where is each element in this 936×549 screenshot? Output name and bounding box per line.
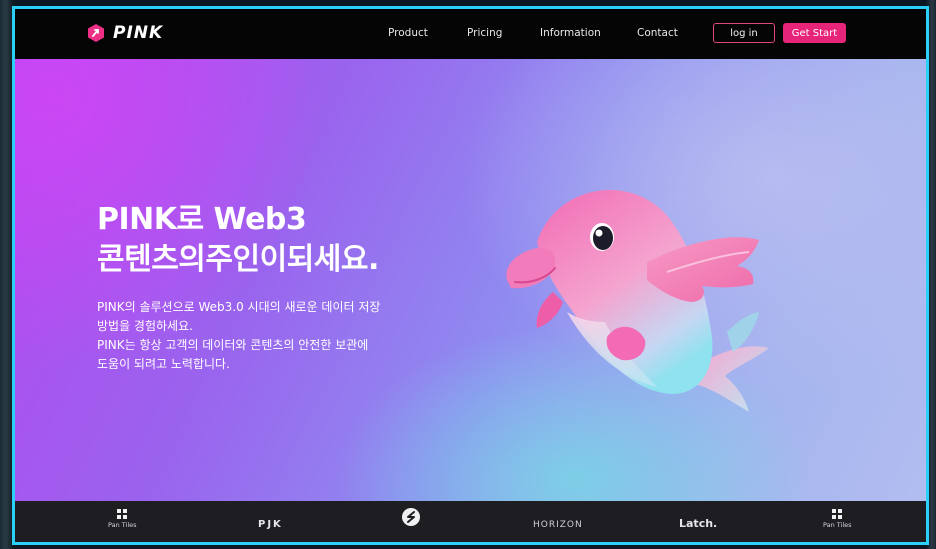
get-start-button[interactable]: Get Start xyxy=(783,23,846,43)
logo-icon xyxy=(87,24,105,42)
brand-logo[interactable]: PINK xyxy=(87,23,163,43)
page-frame: PINK Product Pricing Information Contact… xyxy=(12,6,929,545)
nav-link-product[interactable]: Product xyxy=(388,27,428,39)
nav-link-information[interactable]: Information xyxy=(540,27,601,39)
partner-logo-latch: Latch. xyxy=(679,517,718,530)
hero-description: PINK의 솔루션으로 Web3.0 시대의 새로운 데이터 저장 방법을 경험… xyxy=(97,298,427,374)
hero-title: PINK로 Web3 콘텐츠의주인이되세요. xyxy=(97,200,379,280)
hero-section: PINK로 Web3 콘텐츠의주인이되세요. PINK의 솔루션으로 Web3.… xyxy=(15,59,926,501)
hero-desc-line-3: PINK는 항상 고객의 데이터와 콘텐츠의 안전한 보관에 xyxy=(97,338,369,352)
hero-desc-line-1: PINK의 솔루션으로 Web3.0 시대의 새로운 데이터 저장 xyxy=(97,300,381,314)
hero-desc-line-4: 도움이 되려고 노력합니다. xyxy=(97,357,230,371)
brand-name: PINK xyxy=(113,23,164,43)
partner-logo-pjk: PJK xyxy=(258,519,283,530)
partner-logo-pan-tiles-1: Pan Tiles xyxy=(108,509,137,529)
hero-title-line-1: PINK로 Web3 xyxy=(97,202,307,237)
pink-dolphin-illustration xyxy=(506,189,769,412)
hero-desc-line-2: 방법을 경험하세요. xyxy=(97,319,193,333)
grid-icon xyxy=(832,509,843,519)
login-button[interactable]: log in xyxy=(713,23,775,43)
partner-logos-bar: Pan Tiles PJK HORIZON Latch. Pan Tiles xyxy=(15,501,926,542)
partner-name: Pan Tiles xyxy=(823,521,852,529)
top-navbar: PINK Product Pricing Information Contact… xyxy=(15,9,926,59)
partner-name: Pan Tiles xyxy=(108,521,137,529)
nav-link-contact[interactable]: Contact xyxy=(637,27,678,39)
hero-title-line-2: 콘텐츠의주인이되세요. xyxy=(97,242,379,277)
partner-logo-circle-s xyxy=(401,507,421,529)
nav-link-pricing[interactable]: Pricing xyxy=(467,27,502,39)
partner-logo-horizon: HORIZON xyxy=(533,520,583,530)
grid-icon xyxy=(117,509,128,519)
partner-logo-pan-tiles-2: Pan Tiles xyxy=(823,509,852,529)
circle-s-icon xyxy=(402,508,420,526)
